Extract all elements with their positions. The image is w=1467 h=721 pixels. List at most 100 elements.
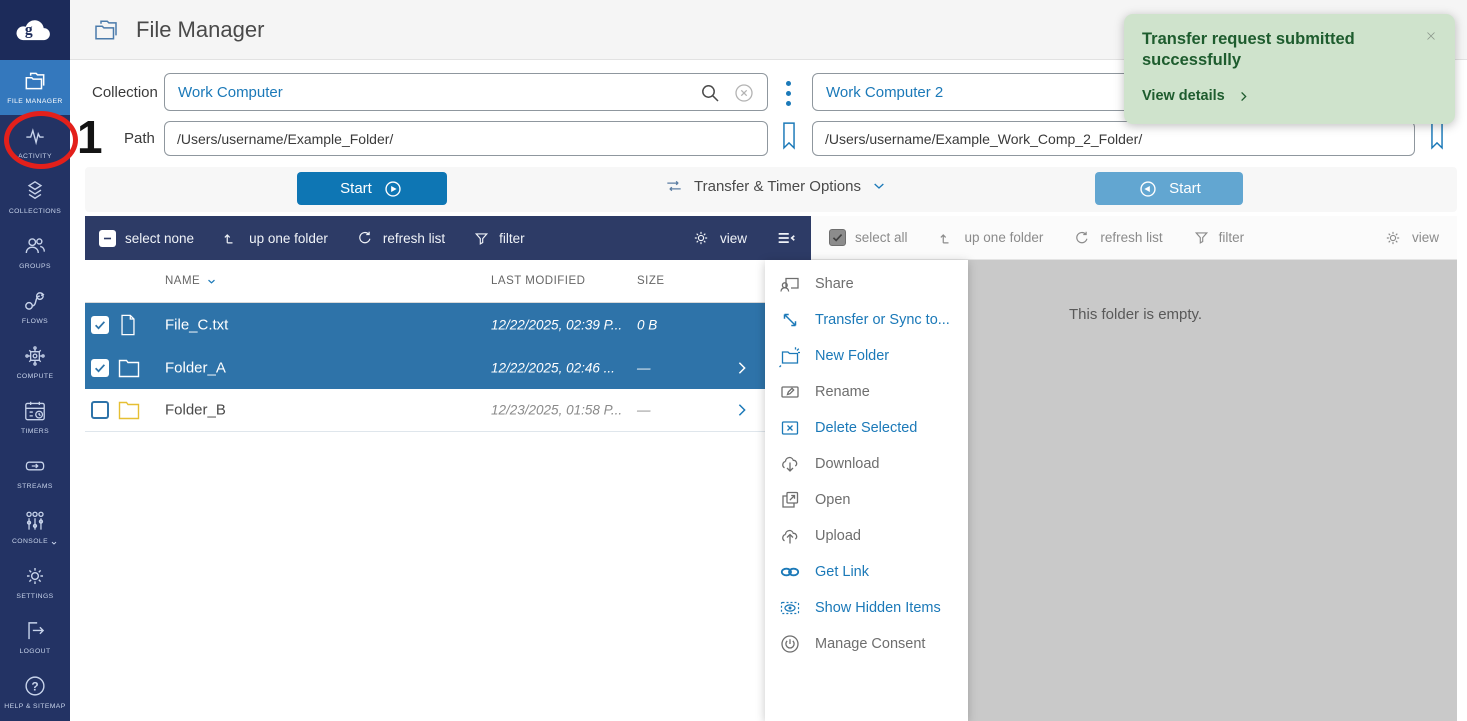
table-row-folder-b[interactable]: Folder_B 12/23/2025, 01:58 P... —: [85, 389, 765, 432]
column-header-size[interactable]: SIZE: [637, 275, 665, 287]
menu-item-upload[interactable]: Upload: [765, 518, 968, 554]
sidebar-item-groups[interactable]: GROUPS: [0, 225, 70, 280]
menu-item-get-link[interactable]: Get Link: [765, 554, 968, 590]
gear-icon: [22, 563, 48, 589]
filter-button[interactable]: filter: [473, 230, 525, 247]
bookmark-icon[interactable]: [778, 119, 800, 153]
menu-item-share[interactable]: Share: [765, 266, 968, 302]
refresh-list-label: refresh list: [1100, 230, 1162, 245]
chevron-right-icon[interactable]: [733, 359, 751, 377]
question-icon: ?: [22, 673, 48, 699]
sidebar-item-compute[interactable]: COMPUTE: [0, 335, 70, 390]
menu-item-show-hidden-items[interactable]: Show Hidden Items: [765, 590, 968, 626]
eye-icon: [778, 596, 802, 620]
timers-icon: [22, 398, 48, 424]
menu-item-delete-selected[interactable]: Delete Selected: [765, 410, 968, 446]
source-collection-input[interactable]: [164, 73, 768, 111]
play-circle-icon: [382, 178, 404, 200]
select-none-checkbox[interactable]: [99, 230, 116, 247]
file-size: 0 B: [637, 317, 657, 332]
sidebar: g FILE MANAGER ACTIVITY COLLECTIONS: [0, 0, 70, 721]
sidebar-item-label: ACTIVITY: [18, 153, 52, 161]
sidebar-item-flows[interactable]: FLOWS: [0, 280, 70, 335]
sidebar-item-label: FLOWS: [22, 318, 48, 326]
transfer-icon: [778, 308, 802, 332]
dest-path-input[interactable]: [812, 121, 1415, 156]
table-row-file-c[interactable]: File_C.txt 12/22/2025, 02:39 P... 0 B: [85, 303, 765, 346]
refresh-list-button[interactable]: refresh list: [1073, 229, 1162, 247]
download-icon: [778, 452, 802, 476]
file-modified: 12/22/2025, 02:39 P...: [491, 317, 622, 332]
bookmark-icon[interactable]: [1426, 119, 1448, 153]
start-transfer-left-button[interactable]: Start: [297, 172, 447, 205]
row-checkbox[interactable]: [91, 316, 109, 334]
refresh-list-button[interactable]: refresh list: [356, 229, 445, 247]
page-title: File Manager: [136, 17, 264, 43]
filter-icon: [1193, 229, 1210, 246]
menu-item-new-folder[interactable]: New Folder: [765, 338, 968, 374]
sidebar-item-help-sitemap[interactable]: ? HELP & SITEMAP: [0, 665, 70, 720]
menu-item-label: Manage Consent: [815, 636, 925, 652]
minus-icon: [101, 232, 114, 245]
menu-item-manage-consent[interactable]: Manage Consent: [765, 626, 968, 662]
file-icon: [117, 312, 139, 338]
view-label: view: [1412, 230, 1439, 245]
sidebar-item-activity[interactable]: ACTIVITY: [0, 115, 70, 170]
sidebar-item-label: STREAMS: [17, 483, 53, 491]
clear-collection-icon[interactable]: [732, 81, 756, 105]
empty-folder-message: This folder is empty.: [1069, 306, 1202, 323]
folder-size: —: [637, 403, 651, 418]
svg-text:g: g: [25, 22, 33, 39]
filter-button[interactable]: filter: [1193, 229, 1245, 246]
collapse-panel-button[interactable]: [775, 227, 797, 249]
sidebar-item-file-manager[interactable]: FILE MANAGER: [0, 60, 70, 115]
sidebar-item-logout[interactable]: LOGOUT: [0, 610, 70, 665]
close-icon[interactable]: [1421, 26, 1441, 46]
sidebar-item-console[interactable]: CONSOLE: [0, 500, 70, 555]
transfer-timer-options-toggle[interactable]: Transfer & Timer Options: [664, 176, 887, 196]
sidebar-item-label: TIMERS: [21, 428, 49, 436]
row-checkbox[interactable]: [91, 359, 109, 377]
globus-logo[interactable]: g: [0, 0, 70, 60]
chevron-right-icon[interactable]: [733, 401, 751, 419]
view-settings-control[interactable]: view: [691, 228, 747, 248]
view-details-link[interactable]: View details: [1142, 88, 1250, 104]
file-name: File_C.txt: [165, 316, 228, 333]
sidebar-item-settings[interactable]: SETTINGS: [0, 555, 70, 610]
menu-item-rename[interactable]: Rename: [765, 374, 968, 410]
select-all-checkbox[interactable]: [829, 229, 846, 246]
start-transfer-right-button[interactable]: Start: [1095, 172, 1243, 205]
view-label: view: [720, 231, 747, 246]
dest-file-toolbar: select all up one folder refresh list fi…: [811, 216, 1457, 260]
menu-item-transfer-or-sync[interactable]: Transfer or Sync to...: [765, 302, 968, 338]
up-one-folder-button[interactable]: up one folder: [222, 229, 328, 247]
panel-menu-dots[interactable]: [784, 79, 793, 108]
sidebar-item-label: HELP & SITEMAP: [4, 703, 65, 711]
menu-item-open[interactable]: Open: [765, 482, 968, 518]
view-settings-control[interactable]: view: [1383, 228, 1439, 248]
filter-label: filter: [1219, 230, 1245, 245]
search-icon[interactable]: [698, 81, 722, 105]
check-icon: [93, 361, 107, 375]
sidebar-item-timers[interactable]: TIMERS: [0, 390, 70, 445]
chevron-down-icon: [871, 178, 887, 194]
column-header-modified[interactable]: LAST MODIFIED: [491, 275, 585, 287]
up-one-folder-button[interactable]: up one folder: [938, 229, 1044, 247]
source-path-input[interactable]: [164, 121, 768, 156]
select-all-control[interactable]: select all: [829, 229, 908, 246]
folder-name: Folder_A: [165, 359, 226, 376]
sidebar-item-collections[interactable]: COLLECTIONS: [0, 170, 70, 225]
gear-icon: [1383, 228, 1403, 248]
sidebar-item-streams[interactable]: STREAMS: [0, 445, 70, 500]
column-header-name[interactable]: NAME: [165, 275, 217, 287]
menu-item-label: Upload: [815, 528, 861, 544]
menu-item-label: New Folder: [815, 348, 889, 364]
table-row-folder-a[interactable]: Folder_A 12/22/2025, 02:46 ... —: [85, 346, 765, 389]
menu-item-download[interactable]: Download: [765, 446, 968, 482]
activity-icon: [22, 123, 48, 149]
row-checkbox[interactable]: [91, 401, 109, 419]
folder-modified: 12/23/2025, 01:58 P...: [491, 403, 622, 418]
select-none-control[interactable]: select none: [99, 230, 194, 247]
compute-icon: [22, 343, 48, 369]
up-one-folder-label: up one folder: [965, 230, 1044, 245]
